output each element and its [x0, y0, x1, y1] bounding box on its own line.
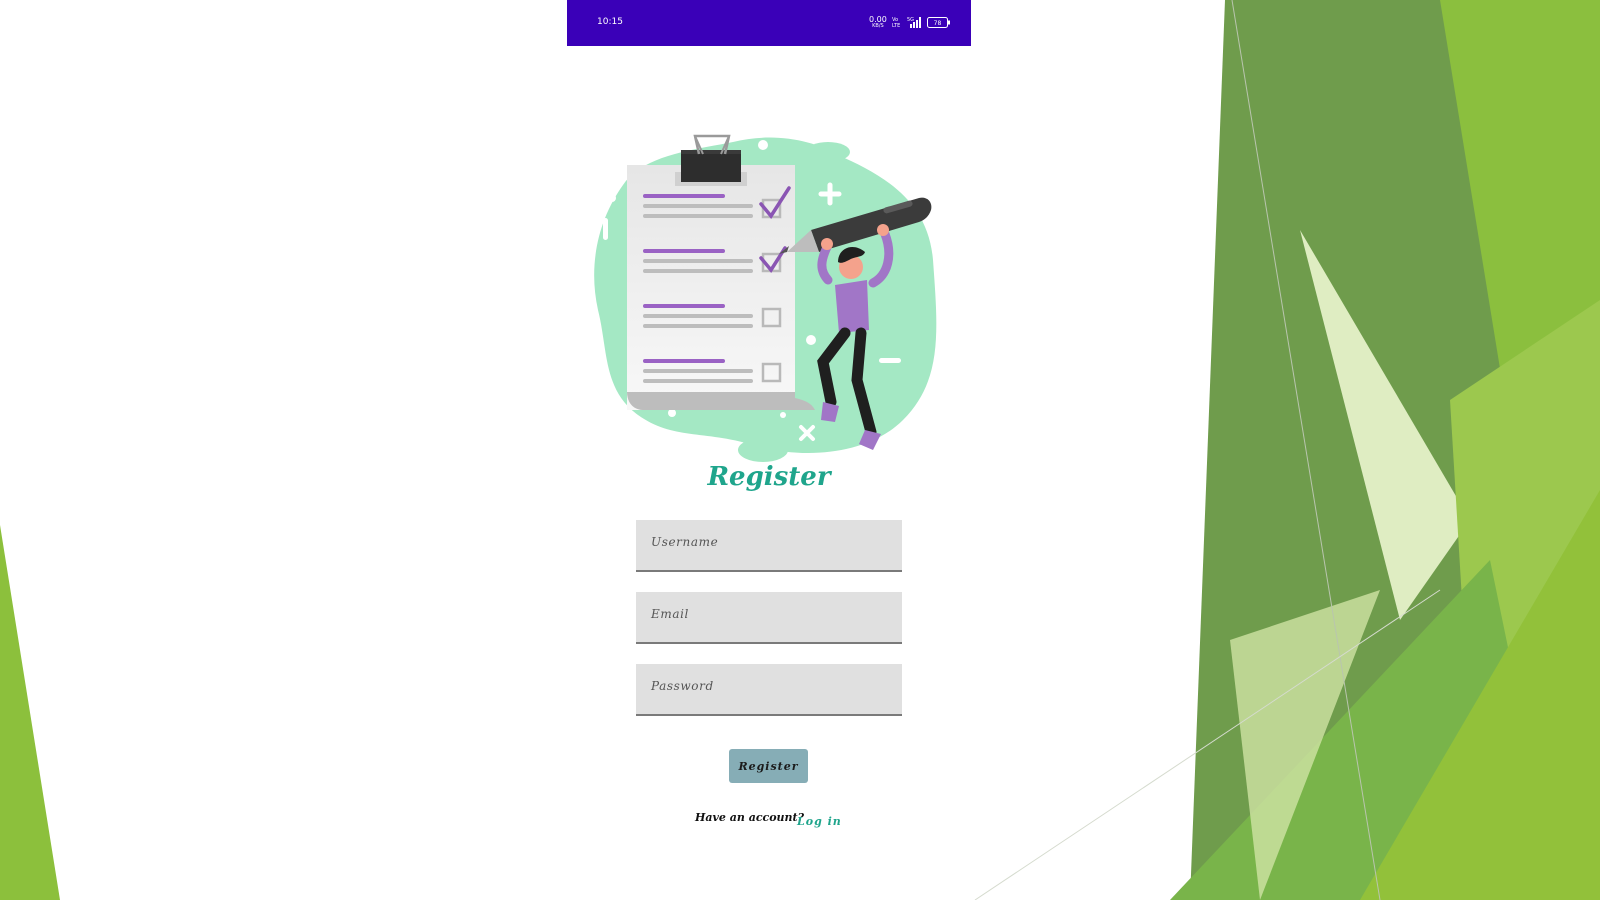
status-time: 10:15	[597, 17, 623, 27]
network-speed: 0.00 KB/S	[869, 16, 887, 30]
page-title: Register	[707, 462, 831, 492]
have-account-text: Have an account?	[695, 811, 805, 824]
network-speed-unit: KB/S	[872, 23, 884, 29]
username-field[interactable]: Username	[636, 520, 902, 572]
checklist-illustration	[594, 134, 937, 462]
password-field[interactable]: Password	[636, 664, 902, 716]
login-link[interactable]: Log in	[797, 815, 842, 828]
password-placeholder: Password	[651, 679, 714, 693]
register-button[interactable]: Register	[729, 749, 808, 783]
status-bar: 10:15 0.00 KB/S Vo LTE 5G 78	[567, 0, 971, 46]
volte-bottom: LTE	[892, 23, 901, 29]
username-placeholder: Username	[651, 535, 719, 549]
phone-screen: 10:15 0.00 KB/S Vo LTE 5G 78 Register Us…	[567, 0, 971, 900]
volte-indicator: Vo LTE	[892, 17, 900, 29]
email-placeholder: Email	[651, 607, 689, 621]
battery-level: 78	[934, 20, 942, 27]
email-field[interactable]: Email	[636, 592, 902, 644]
battery-icon: 78	[927, 17, 950, 28]
signal-icon: 5G	[907, 17, 921, 28]
